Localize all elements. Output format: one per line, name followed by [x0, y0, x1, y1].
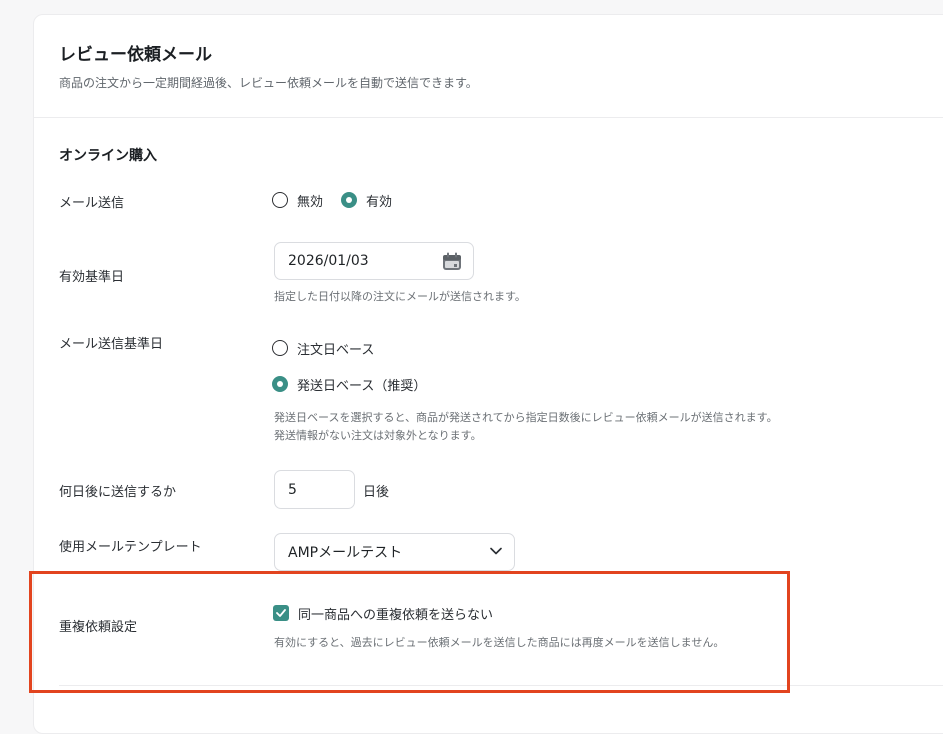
duplicate-setting-label: 重複依頼設定: [59, 620, 138, 635]
days-after-label: 何日後に送信するか: [59, 485, 177, 500]
card-header: レビュー依頼メール 商品の注文から一定期間経過後、レビュー依頼メールを自動で送信…: [34, 15, 943, 118]
effective-date-input[interactable]: 2026/01/03: [274, 242, 474, 280]
review-request-card: レビュー依頼メール 商品の注文から一定期間経過後、レビュー依頼メールを自動で送信…: [33, 14, 943, 734]
mail-send-disabled-radio[interactable]: 無効: [272, 190, 323, 210]
mail-send-label: メール送信: [59, 196, 125, 211]
effective-date-label: 有効基準日: [59, 270, 125, 285]
calendar-icon[interactable]: [442, 252, 462, 271]
days-after-suffix: 日後: [363, 485, 390, 500]
send-basis-shipping-radio[interactable]: 発送日ベース（推奨）: [272, 374, 426, 394]
send-basis-hint: 発送日ベースを選択すると、商品が発送されてから指定日数後にレビュー依頼メールが送…: [274, 409, 778, 445]
send-basis-shipping-label: 発送日ベース（推奨）: [297, 378, 427, 394]
mail-send-disabled-label: 無効: [297, 194, 324, 210]
send-basis-order-label: 注文日ベース: [297, 342, 375, 358]
effective-date-hint: 指定した日付以降の注文にメールが送信されます。: [274, 290, 526, 303]
days-after-input[interactable]: 5: [274, 470, 355, 509]
template-label: 使用メールテンプレート: [59, 540, 202, 555]
radio-unchecked-icon: [272, 192, 288, 208]
bottom-divider: [59, 685, 943, 686]
radio-unchecked-icon: [272, 340, 288, 356]
days-after-value: 5: [288, 481, 297, 498]
template-select[interactable]: AMPメールテスト: [274, 533, 515, 571]
mail-send-enabled-label: 有効: [366, 194, 393, 210]
send-basis-hint-line1: 発送日ベースを選択すると、商品が発送されてから指定日数後にレビュー依頼メールが送…: [274, 411, 778, 424]
section-title-online-purchase: オンライン購入: [59, 148, 157, 164]
mail-send-enabled-radio[interactable]: 有効: [341, 190, 392, 210]
template-value: AMPメールテスト: [288, 545, 403, 561]
duplicate-checkbox-label: 同一商品への重複依頼を送らない: [298, 607, 494, 623]
chevron-down-icon: [490, 547, 502, 555]
duplicate-checkbox[interactable]: 同一商品への重複依頼を送らない: [273, 603, 493, 623]
checkbox-checked-icon: [273, 605, 289, 621]
radio-checked-icon: [341, 192, 357, 208]
send-basis-order-radio[interactable]: 注文日ベース: [272, 338, 374, 358]
duplicate-hint: 有効にすると、過去にレビュー依頼メールを送信した商品には再度メールを送信しません…: [274, 636, 725, 649]
page-description: 商品の注文から一定期間経過後、レビュー依頼メールを自動で送信できます。: [59, 76, 478, 90]
radio-checked-icon: [272, 376, 288, 392]
send-basis-hint-line2: 発送情報がない注文は対象外となります。: [274, 429, 482, 442]
effective-date-value: 2026/01/03: [288, 253, 369, 269]
page-title: レビュー依頼メール: [59, 45, 212, 65]
send-basis-label: メール送信基準日: [59, 337, 164, 352]
